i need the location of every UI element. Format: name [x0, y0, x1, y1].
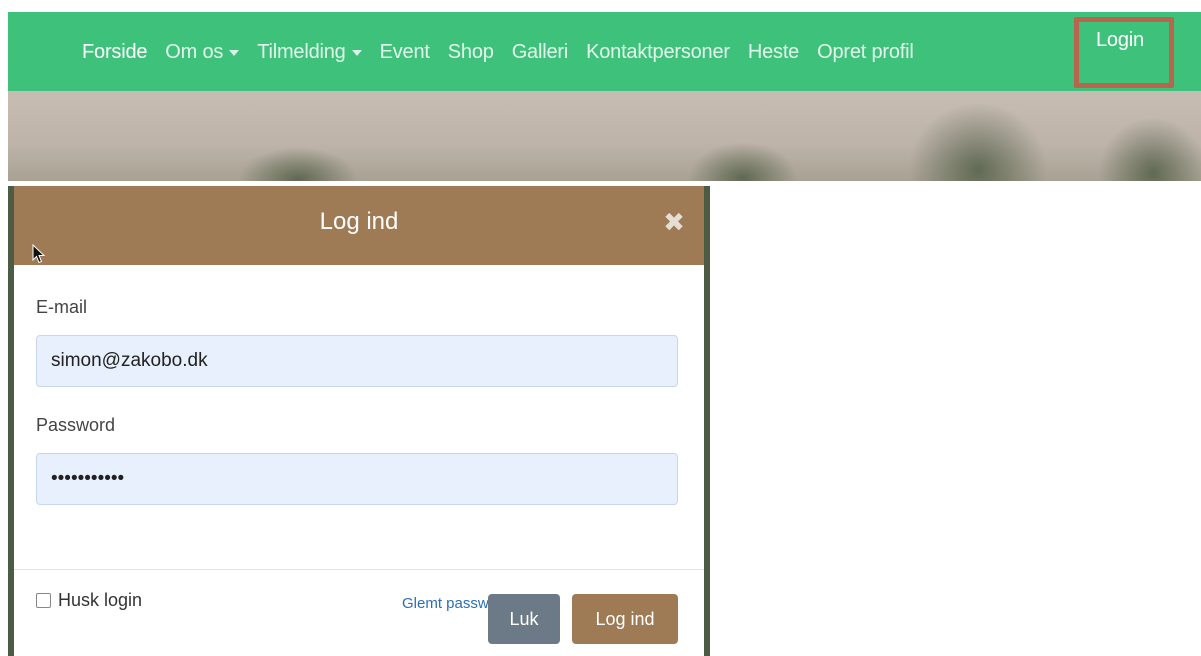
screenshot-stage: Forside Om os Tilmelding Event Shop Gall…: [0, 0, 1201, 656]
email-label: E-mail: [36, 297, 88, 317]
footer-divider: [14, 569, 704, 570]
nav-item-opret-profil[interactable]: Opret profil: [808, 34, 923, 70]
top-navbar: Forside Om os Tilmelding Event Shop Gall…: [8, 12, 1201, 91]
plant-decoration: [238, 147, 358, 181]
remember-checkbox[interactable]: [36, 593, 51, 608]
password-field[interactable]: [36, 453, 678, 505]
nav-menu: Forside Om os Tilmelding Event Shop Gall…: [73, 12, 923, 91]
nav-item-label: Om os: [165, 40, 224, 63]
nav-item-tilmelding[interactable]: Tilmelding: [248, 34, 370, 70]
caret-down-icon: [351, 49, 362, 56]
plant-decoration: [688, 142, 798, 181]
close-icon[interactable]: ✖: [662, 209, 686, 235]
password-label: Password: [36, 415, 116, 435]
modal-title: Log ind: [319, 208, 399, 235]
nav-item-label: Forside: [82, 40, 148, 63]
hero-image: [8, 91, 1201, 181]
nav-item-forside[interactable]: Forside: [73, 34, 156, 70]
plant-decoration: [908, 102, 1048, 181]
plant-decoration: [1098, 117, 1201, 181]
mouse-cursor-icon: [32, 244, 46, 264]
nav-item-om-os[interactable]: Om os: [156, 34, 248, 70]
nav-item-heste[interactable]: Heste: [739, 34, 808, 70]
close-button[interactable]: Luk: [488, 594, 560, 644]
modal-backdrop: Log ind ✖ E-mail Password Husk login Gle…: [8, 186, 710, 656]
remember-label: Husk login: [58, 590, 143, 610]
nav-item-label: Shop: [447, 40, 494, 63]
login-submit-button[interactable]: Log ind: [572, 594, 678, 644]
modal-header: Log ind ✖: [14, 186, 704, 265]
nav-item-label: Galleri: [511, 40, 569, 63]
nav-item-label: Opret profil: [817, 40, 914, 63]
remember-login[interactable]: Husk login: [36, 590, 142, 611]
email-field[interactable]: [36, 335, 678, 387]
nav-item-label: Heste: [747, 40, 800, 63]
nav-item-shop[interactable]: Shop: [439, 34, 503, 70]
login-modal: Log ind ✖ E-mail Password Husk login Gle…: [14, 186, 704, 656]
login-highlight-box: [1074, 17, 1174, 88]
nav-item-event[interactable]: Event: [371, 34, 439, 70]
nav-item-label: Kontaktpersoner: [586, 40, 730, 63]
nav-item-label: Event: [379, 40, 430, 63]
caret-down-icon: [229, 49, 240, 56]
nav-item-galleri[interactable]: Galleri: [503, 34, 577, 70]
nav-item-kontaktpersoner[interactable]: Kontaktpersoner: [577, 34, 739, 70]
nav-item-label: Tilmelding: [257, 40, 346, 63]
